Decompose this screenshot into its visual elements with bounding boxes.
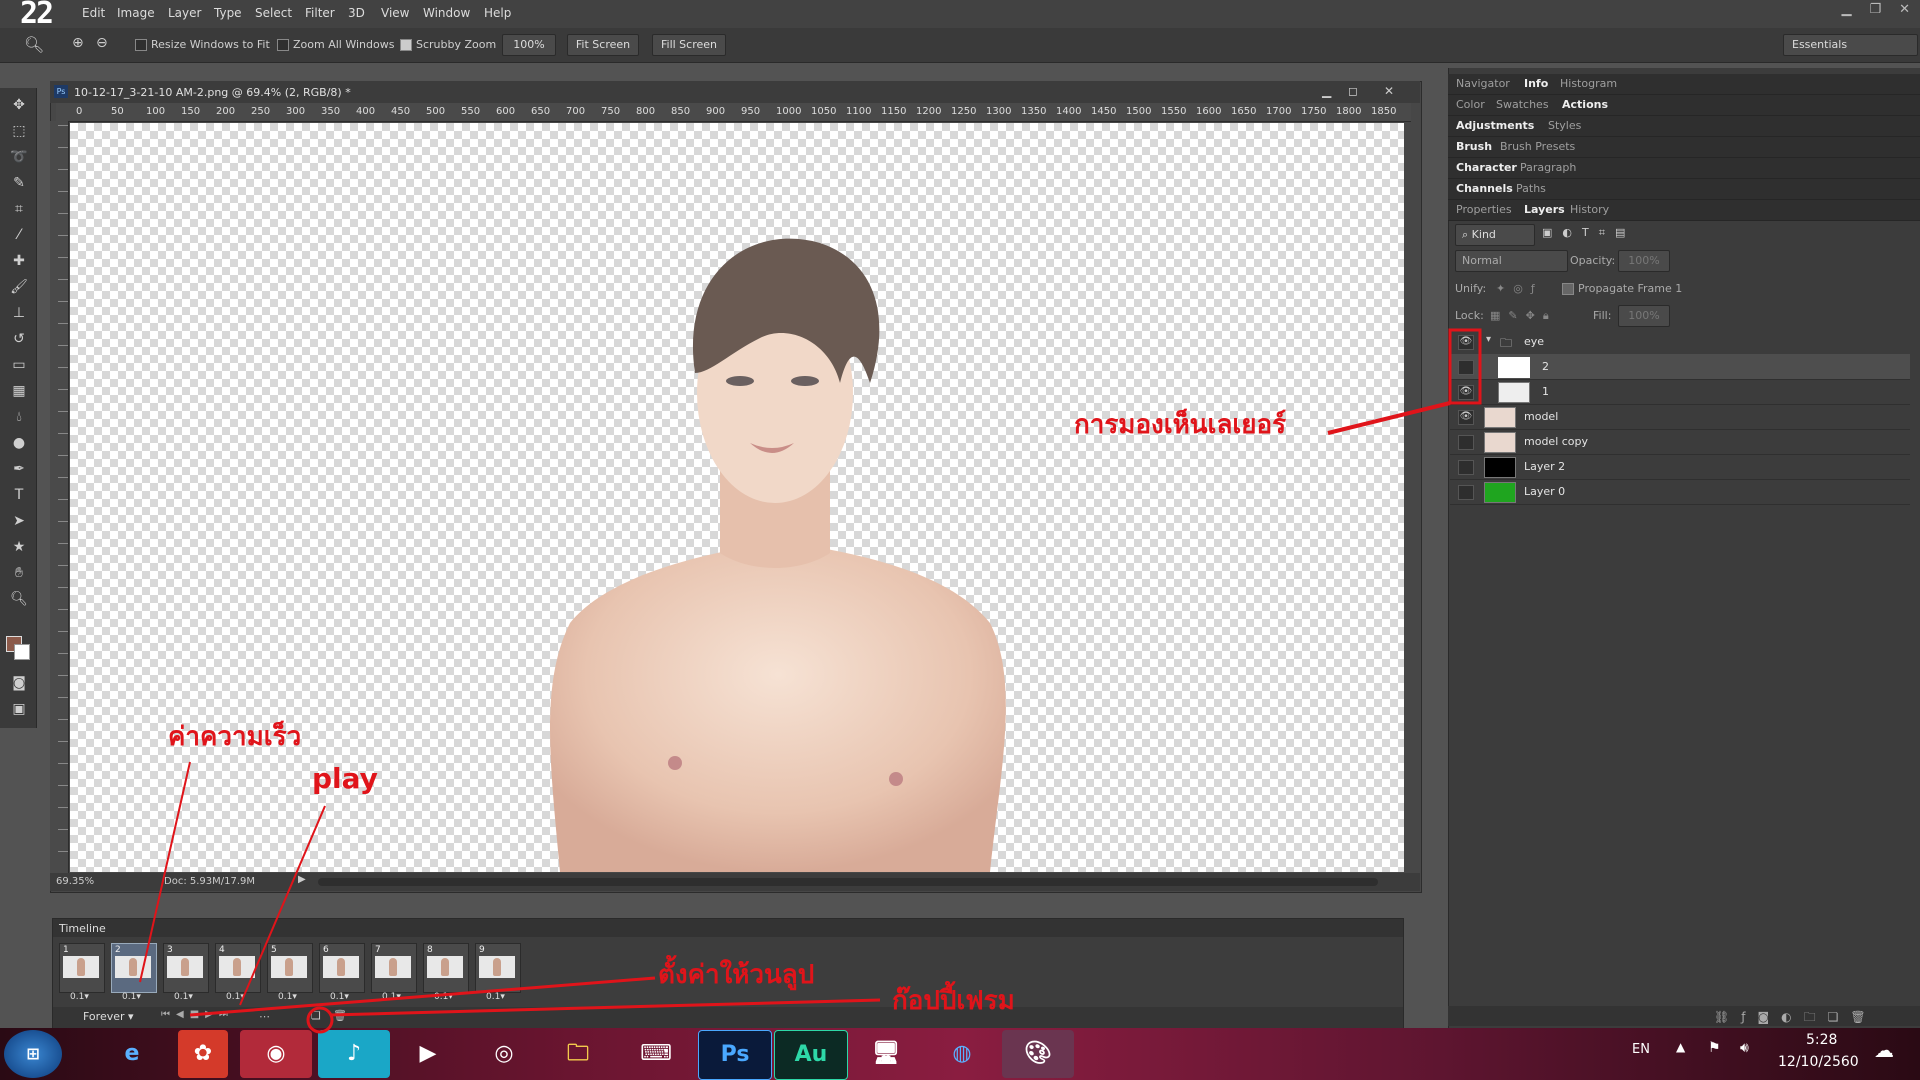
visibility-arrow-line (1327, 401, 1451, 435)
copy-arrow-line (329, 998, 881, 1017)
play-arrow-line (239, 805, 326, 1006)
duplicate-highlight-circle (306, 1006, 334, 1034)
annotation-speed: ค่าความเร็ว (168, 722, 302, 752)
annotation-loop: ตั้งค่าให้วนลูป (658, 960, 815, 990)
annotation-copy-frame: ก๊อปปี้เฟรม (892, 986, 1015, 1016)
annotation-overlay (139, 328, 1482, 1034)
speed-arrow-line (139, 761, 191, 983)
annotation-visibility: การมองเห็นเลเยอร์ (1074, 410, 1287, 440)
visibility-highlight-box (1448, 328, 1482, 405)
annotation-play: play (312, 762, 378, 795)
